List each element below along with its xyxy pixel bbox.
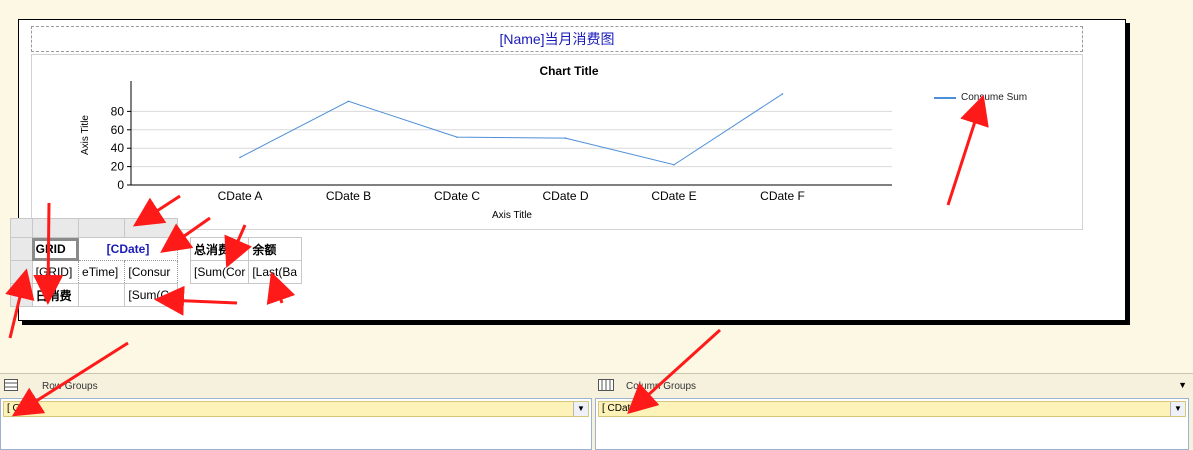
chevron-down-icon[interactable]: ▼ [1170, 402, 1185, 416]
pane-menu-icon[interactable]: ▼ [1178, 380, 1187, 390]
line-chart[interactable]: Chart Title 0 20 40 60 80 CDate A CDate B CDate … [31, 54, 1083, 230]
corner-handle[interactable] [10, 218, 33, 238]
column-groups-icon [598, 378, 614, 394]
y-tick-label: 0 [117, 178, 124, 192]
row-group-item[interactable]: [ GRID ▼ [3, 401, 589, 417]
detail-cell-sum[interactable]: [Sum(Cor [189, 260, 250, 284]
legend-label: Consume Sum [961, 92, 1028, 103]
row-handle-header[interactable] [10, 237, 33, 261]
y-tick-label: 80 [111, 104, 125, 118]
report-design-surface: [Name]当月消费图 Chart Title 0 20 40 60 80 CDate AC… [18, 19, 1126, 321]
x-axis-title: Axis Title [492, 210, 532, 221]
detail-cell-last[interactable]: [Last(Ba [248, 260, 302, 284]
chart-title: Chart Title [539, 64, 598, 78]
row-groups-list: [ GRID ▼ [0, 398, 592, 450]
column-groups-list: [ CDate ▼ [595, 398, 1189, 450]
report-title-textbox[interactable]: [Name]当月消费图 [31, 26, 1083, 52]
x-tick-label: CDate D [542, 189, 588, 203]
row-groups-header: Row Groups [4, 374, 98, 398]
x-tick-label: CDate E [651, 189, 696, 203]
header-cell-total[interactable]: 总消费 [189, 237, 250, 261]
data-point [564, 137, 567, 139]
detail-cell-time[interactable]: eTime] [78, 260, 126, 284]
y-axis-title: Axis Title [80, 115, 91, 155]
row-handle-detail[interactable] [10, 260, 33, 284]
row-groups-icon [4, 378, 18, 394]
column-group-item[interactable]: [ CDate ▼ [598, 401, 1186, 417]
header-cell-grid[interactable]: GRID [31, 237, 80, 261]
data-point [456, 136, 458, 138]
tablix-main[interactable]: GRID [CDate] [GRID] eTime] [Consur 日消费 [… [10, 218, 178, 307]
row-groups-title: Row Groups [42, 380, 98, 392]
header-cell-cdate[interactable]: [CDate] [78, 237, 178, 261]
footer-cell-sum[interactable]: [Sum(C [124, 283, 178, 307]
detail-cell-grid[interactable]: [GRID] [31, 260, 80, 284]
y-tick-label: 40 [111, 141, 125, 155]
column-groups-header: Column Groups [598, 374, 696, 398]
column-groups-title: Column Groups [626, 380, 697, 392]
row-group-label: [ GRID [7, 403, 38, 414]
header-cell-balance[interactable]: 余额 [248, 237, 302, 261]
chart-legend[interactable]: Consume Sum [934, 92, 1027, 103]
column-handle-2[interactable] [78, 218, 126, 238]
chevron-down-icon[interactable]: ▼ [573, 402, 588, 416]
data-point [347, 100, 350, 103]
data-point [781, 93, 784, 95]
x-tick-label: CDate B [326, 189, 371, 203]
tablix-totals[interactable]: 总消费 余额 [Sum(Cor [Last(Ba [189, 237, 302, 284]
footer-cell-empty[interactable] [78, 283, 126, 307]
detail-cell-consume[interactable]: [Consur [124, 260, 178, 284]
x-tick-label: CDate F [760, 189, 805, 203]
footer-cell-label[interactable]: 日消费 [31, 283, 80, 307]
data-point [673, 163, 675, 166]
data-point [239, 156, 241, 159]
column-group-label: [ CDate [602, 403, 636, 414]
legend-swatch [934, 96, 956, 99]
column-handle-1[interactable] [31, 218, 80, 238]
x-tick-label: CDate A [218, 189, 263, 203]
row-handle-footer[interactable] [10, 283, 33, 307]
column-handle-3[interactable] [124, 218, 178, 238]
chart-svg: Chart Title 0 20 40 60 80 CDate A CDate B CDate … [80, 64, 892, 221]
x-tick-label: CDate C [434, 189, 480, 203]
grouping-panes: Row Groups Column Groups ▼ [ GRID ▼ [ CD… [0, 373, 1193, 450]
y-tick-label: 60 [111, 123, 125, 137]
y-tick-label: 20 [111, 160, 125, 174]
